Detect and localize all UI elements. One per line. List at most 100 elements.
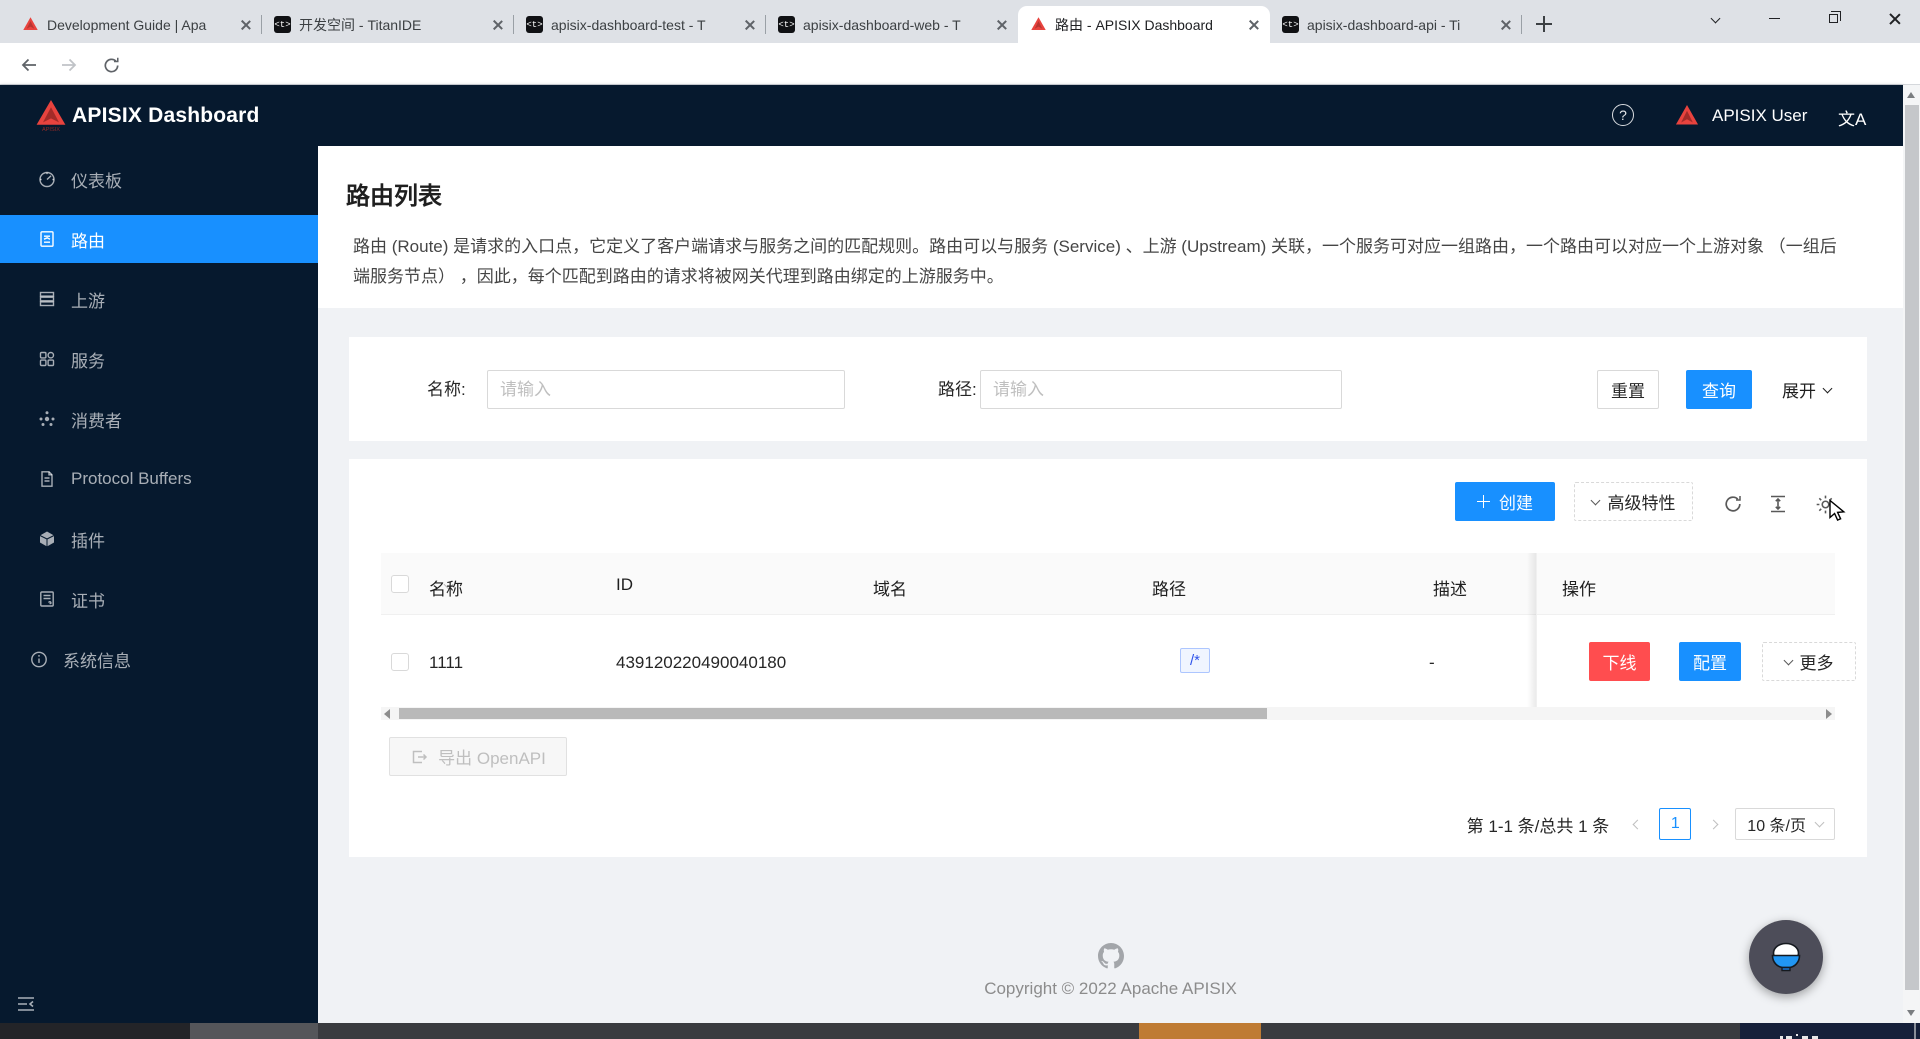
window-restore-button[interactable] (1810, 0, 1856, 37)
chevron-down-icon (1783, 655, 1793, 665)
select-all-checkbox[interactable] (391, 575, 409, 593)
tab-close-icon[interactable] (994, 17, 1010, 33)
scroll-up-arrow-icon[interactable] (1907, 92, 1915, 98)
new-tab-button[interactable] (1530, 10, 1558, 38)
scroll-left-arrow-icon[interactable] (384, 709, 390, 719)
next-page-icon[interactable] (1701, 808, 1725, 840)
user-avatar-logo[interactable] (1674, 103, 1700, 129)
scroll-right-arrow-icon[interactable] (1826, 709, 1832, 719)
density-icon[interactable] (1766, 492, 1790, 516)
prev-page-icon[interactable] (1625, 808, 1649, 840)
app-brand: APISIX Dashboard (72, 104, 260, 128)
tab-close-icon[interactable] (490, 17, 506, 33)
page-header: 路由列表 路由 (Route) 是请求的入口点，它定义了客户端请求与服务之间的匹… (318, 146, 1903, 308)
configure-button[interactable]: 配置 (1679, 642, 1741, 681)
apisix-logo-icon (22, 16, 39, 33)
help-icon[interactable]: ? (1612, 104, 1634, 126)
path-search-input[interactable] (980, 370, 1342, 409)
tab-apisix-dashboard-test[interactable]: apisix-dashboard-test - T (514, 6, 766, 43)
tab-close-icon[interactable] (1498, 17, 1514, 33)
chevron-down-icon (1815, 818, 1825, 828)
row-checkbox[interactable] (391, 653, 409, 671)
chevron-down-icon (1823, 383, 1833, 393)
titanide-icon (274, 16, 291, 33)
services-icon (38, 350, 56, 368)
expand-toggle[interactable]: 展开 (1782, 370, 1831, 409)
window-close-button[interactable] (1869, 0, 1920, 37)
chevron-down-icon (1590, 495, 1600, 505)
reload-button[interactable] (96, 50, 126, 80)
page-size-value: 10 条/页 (1747, 812, 1806, 836)
sidebar-item-protocol-buffers[interactable]: Protocol Buffers (0, 455, 318, 503)
window-minimize-button[interactable] (1751, 0, 1797, 37)
routes-icon (38, 230, 56, 248)
dashboard-icon (38, 170, 56, 188)
browser-tab-strip: Development Guide | Apa 开发空间 - TitanIDE … (0, 0, 1920, 43)
user-name[interactable]: APISIX User (1712, 106, 1807, 126)
taskbar-active-app[interactable] (1139, 1023, 1261, 1039)
tab-development-guide[interactable]: Development Guide | Apa (10, 6, 262, 43)
browser-toolbar: 不安全 8000-apisix-dashboard-web-apisix-das… (0, 43, 1920, 85)
page-description: 路由 (Route) 是请求的入口点，它定义了客户端请求与服务之间的匹配规则。路… (353, 232, 1853, 292)
current-page-button[interactable]: 1 (1659, 808, 1691, 840)
tab-apisix-dashboard-api[interactable]: apisix-dashboard-api - Ti (1270, 6, 1522, 43)
create-button[interactable]: 创建 (1455, 482, 1555, 521)
browser-vertical-scrollbar[interactable] (1903, 85, 1920, 1023)
sidebar-item-upstream[interactable]: 上游 (0, 275, 318, 323)
sidebar-item-label: 上游 (71, 287, 105, 312)
tab-close-icon[interactable] (1246, 17, 1262, 33)
sidebar-item-consumers[interactable]: 消费者 (0, 395, 318, 443)
sidebar-item-certificates[interactable]: 证书 (0, 575, 318, 623)
sidebar: 仪表板 路由 上游 服务 消费者 Protocol Buffers 插件 证书 (0, 146, 318, 1023)
table-row: 1111 439120220490040180 /* - 下线 配置 更多 (381, 615, 1835, 708)
table-horizontal-scrollbar[interactable] (381, 707, 1835, 720)
file-icon (38, 470, 56, 488)
more-dropdown-button[interactable]: 更多 (1762, 642, 1856, 681)
vertical-scroll-thumb[interactable] (1905, 105, 1919, 990)
github-icon[interactable] (1098, 943, 1124, 969)
page-size-select[interactable]: 10 条/页 (1735, 808, 1835, 840)
tab-close-icon[interactable] (238, 17, 254, 33)
advanced-features-dropdown[interactable]: 高级特性 (1574, 482, 1693, 521)
horizontal-scroll-thumb[interactable] (399, 708, 1267, 719)
mouse-cursor (1826, 499, 1848, 523)
col-header-path: 路径 (1152, 575, 1186, 600)
tab-search-chevron-icon[interactable] (1692, 0, 1738, 37)
floating-helper-button[interactable] (1749, 920, 1823, 994)
sidebar-item-dashboard[interactable]: 仪表板 (0, 155, 318, 203)
back-button[interactable] (14, 50, 44, 80)
consumers-icon (38, 410, 56, 428)
sidebar-item-label: 证书 (71, 587, 105, 612)
tab-active-routes[interactable]: 路由 - APISIX Dashboard (1018, 6, 1270, 43)
col-header-name: 名称 (429, 575, 463, 600)
refresh-icon[interactable] (1721, 492, 1745, 516)
sidebar-item-system-info[interactable]: 系统信息 (0, 635, 318, 683)
col-header-actions: 操作 (1562, 575, 1596, 600)
svg-text:APISIX: APISIX (42, 127, 60, 133)
show-desktop-divider[interactable] (1914, 1023, 1916, 1039)
sidebar-collapse-icon[interactable] (16, 995, 38, 1013)
search-card: 名称: 路径: 重置 查询 展开 (349, 337, 1867, 441)
pagination-total: 第 1-1 条/总共 1 条 (1467, 812, 1610, 837)
taskbar-segment (190, 1023, 318, 1039)
language-switch-icon[interactable]: 文A (1838, 105, 1866, 130)
offline-button[interactable]: 下线 (1589, 642, 1650, 681)
tab-titanide-workspace[interactable]: 开发空间 - TitanIDE (262, 6, 514, 43)
sidebar-item-services[interactable]: 服务 (0, 335, 318, 383)
sidebar-item-label: 插件 (71, 527, 105, 552)
copyright-text: Copyright © 2022 Apache APISIX (984, 979, 1237, 999)
tab-apisix-dashboard-web[interactable]: apisix-dashboard-web - T (766, 6, 1018, 43)
page-footer: Copyright © 2022 Apache APISIX (318, 857, 1903, 1023)
export-openapi-button[interactable]: 导出 OpenAPI (389, 737, 567, 776)
col-header-host: 域名 (873, 575, 907, 600)
path-tag[interactable]: /* (1180, 648, 1210, 673)
tab-close-icon[interactable] (742, 17, 758, 33)
forward-button[interactable] (54, 50, 84, 80)
info-icon (30, 650, 48, 669)
reset-button[interactable]: 重置 (1597, 370, 1659, 409)
sidebar-item-plugins[interactable]: 插件 (0, 515, 318, 563)
scroll-down-arrow-icon[interactable] (1907, 1010, 1915, 1016)
name-search-input[interactable] (487, 370, 845, 409)
query-button[interactable]: 查询 (1686, 370, 1752, 409)
sidebar-item-routes[interactable]: 路由 (0, 215, 318, 263)
